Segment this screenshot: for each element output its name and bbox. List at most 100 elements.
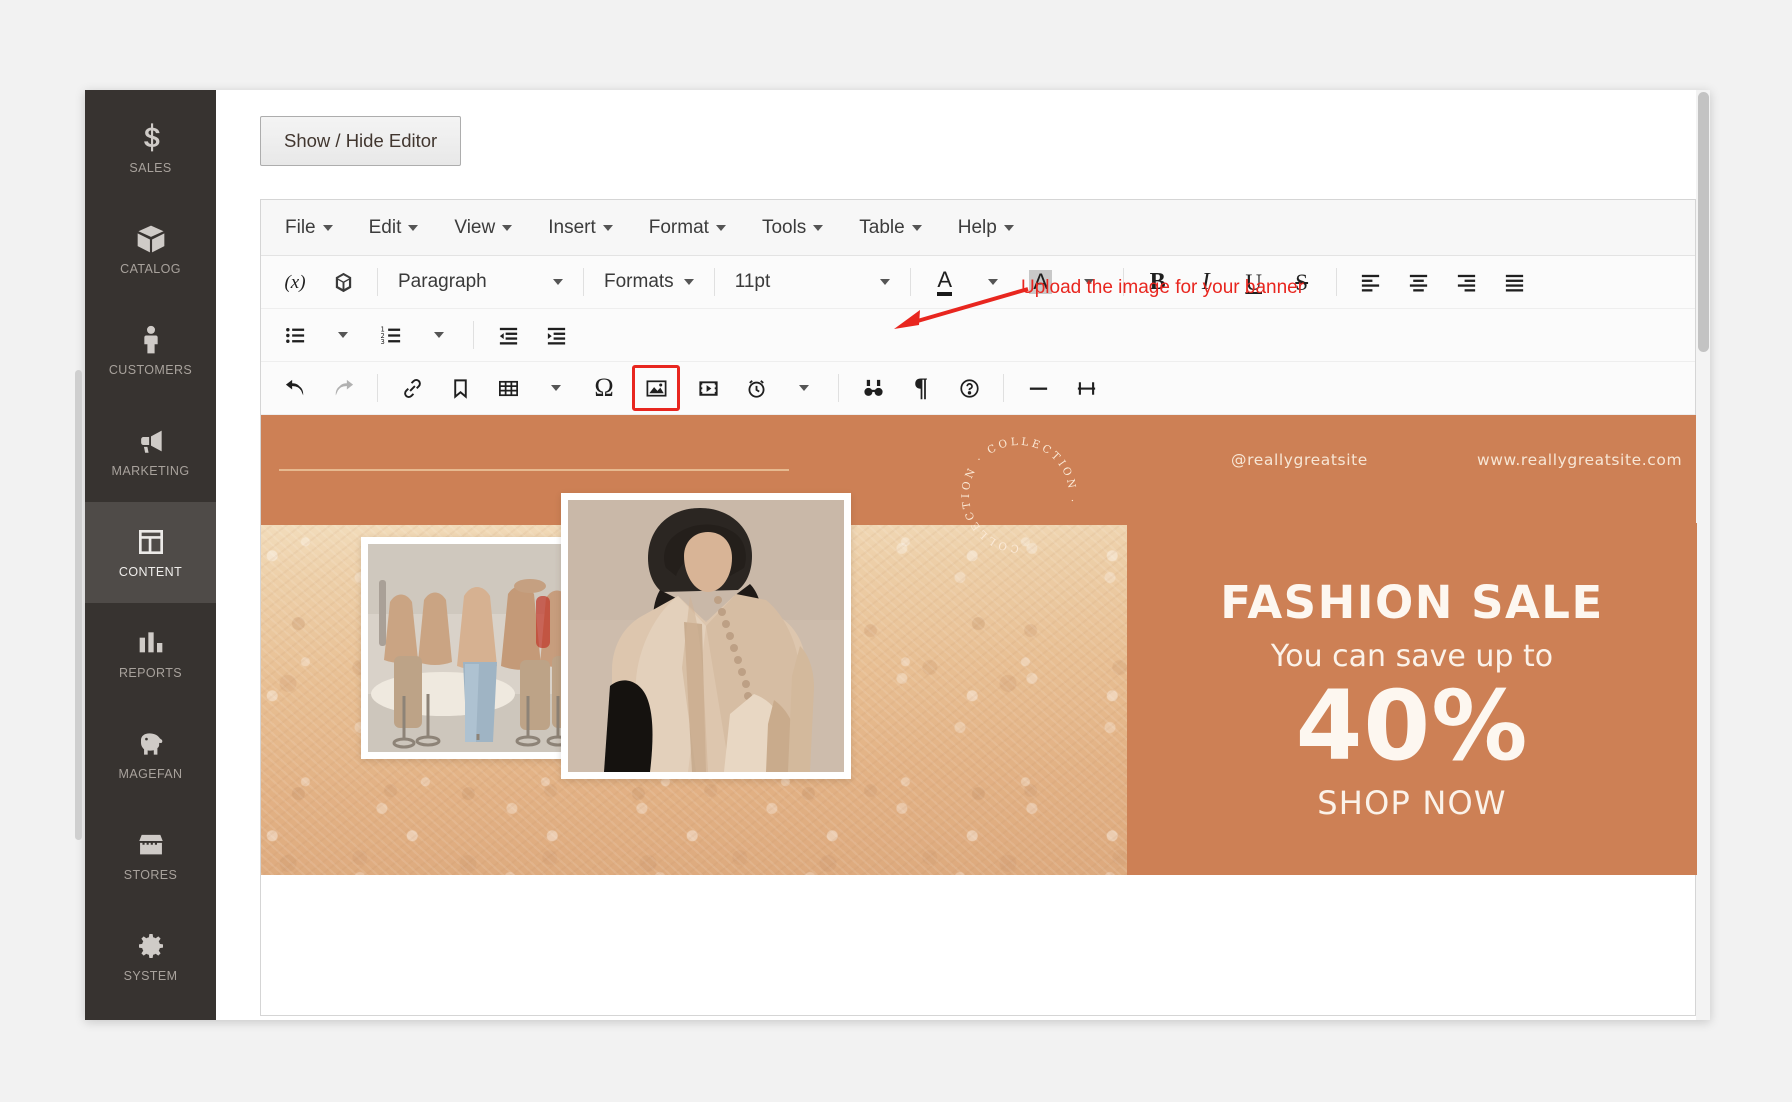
bar-chart-icon bbox=[134, 626, 168, 660]
sidebar-item-system[interactable]: SYSTEM bbox=[85, 906, 216, 1007]
block-format-select[interactable]: Paragraph bbox=[388, 263, 573, 301]
indent-button[interactable] bbox=[536, 316, 576, 354]
sidebar-item-label: CUSTOMERS bbox=[108, 363, 193, 378]
menu-label: Format bbox=[648, 216, 709, 238]
sidebar-item-label: MAGEFAN bbox=[118, 767, 183, 782]
megaphone-icon bbox=[134, 424, 168, 458]
seal-text: COLLECTION · COLLECTION · bbox=[960, 436, 1075, 554]
insert-media-button[interactable] bbox=[688, 369, 728, 407]
sidebar-item-catalog[interactable]: CATALOG bbox=[85, 199, 216, 300]
bullet-list-button[interactable] bbox=[275, 316, 315, 354]
chevron-down-icon bbox=[338, 332, 348, 338]
sidebar-item-find-partners[interactable]: FIND PARTNERS & EXTENSIONS bbox=[85, 1007, 216, 1020]
menu-help[interactable]: Help bbox=[946, 211, 1026, 245]
magento-widget-icon[interactable] bbox=[323, 263, 363, 301]
horizontal-rule-button[interactable] bbox=[1018, 369, 1058, 407]
menu-label: Edit bbox=[368, 216, 402, 238]
help-button[interactable] bbox=[949, 369, 989, 407]
menu-label: Insert bbox=[548, 216, 596, 238]
toolbar-separator bbox=[377, 374, 378, 402]
chevron-down-icon bbox=[879, 279, 890, 285]
align-right-button[interactable] bbox=[1447, 263, 1487, 301]
editor-empty-body[interactable] bbox=[261, 875, 1695, 1015]
chevron-down-icon bbox=[502, 224, 513, 231]
banner-social-handle: @reallygreatsite bbox=[1231, 451, 1368, 469]
toolbar-separator bbox=[909, 268, 911, 296]
redo-button[interactable] bbox=[323, 369, 363, 407]
text-color-dropdown[interactable] bbox=[973, 263, 1013, 301]
menu-view[interactable]: View bbox=[442, 211, 524, 245]
sidebar-item-customers[interactable]: CUSTOMERS bbox=[85, 300, 216, 401]
insert-variable-button[interactable]: (x) bbox=[275, 263, 315, 301]
editor-toolbar-row-1: (x) Paragraph Formats 11pt A A B I U S bbox=[261, 256, 1695, 309]
box-icon bbox=[134, 222, 168, 256]
sidebar-item-magefan[interactable]: MAGEFAN bbox=[85, 704, 216, 805]
table-dropdown[interactable] bbox=[536, 369, 576, 407]
align-center-button[interactable] bbox=[1399, 263, 1439, 301]
banner-sale-panel: FASHION SALE You can save up to 40% SHOP… bbox=[1127, 523, 1697, 875]
toolbar-separator bbox=[583, 268, 584, 296]
font-size-value: 11pt bbox=[734, 271, 771, 292]
menu-table[interactable]: Table bbox=[847, 211, 933, 245]
formats-value: Formats bbox=[604, 271, 674, 292]
content-scrollbar[interactable] bbox=[1696, 90, 1710, 1020]
content-scrollbar-thumb[interactable] bbox=[1698, 92, 1709, 352]
sidebar-item-sales[interactable]: SALES bbox=[85, 98, 216, 199]
toolbar-separator bbox=[713, 268, 715, 296]
menu-format[interactable]: Format bbox=[637, 211, 738, 245]
elephant-icon bbox=[134, 727, 168, 761]
wysiwyg-editor: File Edit View Insert Format Tools Table… bbox=[260, 199, 1697, 1016]
banner-sale-subtitle: You can save up to bbox=[1270, 639, 1554, 675]
insert-table-button[interactable] bbox=[488, 369, 528, 407]
storefront-icon bbox=[134, 828, 168, 862]
banner-website-url: www.reallygreatsite.com bbox=[1477, 451, 1683, 469]
sidebar-item-reports[interactable]: REPORTS bbox=[85, 603, 216, 704]
sidebar-item-label: REPORTS bbox=[119, 666, 182, 681]
insert-link-button[interactable] bbox=[392, 369, 432, 407]
sidebar-item-label: CATALOG bbox=[120, 262, 181, 277]
chevron-down-icon bbox=[799, 385, 809, 391]
window-scrollbar[interactable] bbox=[75, 90, 84, 1020]
annotation-text: Upload the image for your banner bbox=[1021, 277, 1305, 298]
menu-label: Tools bbox=[761, 216, 807, 238]
align-left-button[interactable] bbox=[1351, 263, 1391, 301]
banner-sale-title: FASHION SALE bbox=[1220, 576, 1604, 630]
special-character-button[interactable]: Ω bbox=[584, 369, 624, 407]
show-invisible-characters-button[interactable]: ¶ bbox=[901, 369, 941, 407]
menu-file[interactable]: File bbox=[273, 211, 345, 245]
insert-image-button[interactable] bbox=[632, 365, 680, 411]
sidebar-item-marketing[interactable]: MARKETING bbox=[85, 401, 216, 502]
menu-insert[interactable]: Insert bbox=[536, 211, 625, 245]
outdent-button[interactable] bbox=[488, 316, 528, 354]
sidebar-item-stores[interactable]: STORES bbox=[85, 805, 216, 906]
page-break-button[interactable] bbox=[1066, 369, 1106, 407]
variable-label: (x) bbox=[284, 271, 306, 293]
numbered-list-button[interactable]: 123 bbox=[371, 316, 411, 354]
text-color-button[interactable]: A bbox=[925, 263, 965, 301]
chevron-down-icon bbox=[1003, 224, 1014, 231]
anchor-bookmark-icon[interactable] bbox=[440, 369, 480, 407]
bullet-list-dropdown[interactable] bbox=[323, 316, 363, 354]
sidebar-item-content[interactable]: CONTENT bbox=[85, 502, 216, 603]
insert-datetime-button[interactable] bbox=[736, 369, 776, 407]
magento-admin-window: SALES CATALOG CUSTOMERS MARKETING CONTEN bbox=[85, 90, 1710, 1020]
chevron-down-icon bbox=[322, 224, 333, 231]
menu-tools[interactable]: Tools bbox=[750, 211, 835, 245]
sidebar-item-label: SYSTEM bbox=[123, 969, 178, 984]
toolbar-separator bbox=[377, 268, 378, 296]
font-size-select[interactable]: 11pt bbox=[725, 263, 900, 301]
svg-text:3: 3 bbox=[380, 338, 384, 346]
show-hide-editor-button[interactable]: Show / Hide Editor bbox=[260, 116, 462, 166]
numbered-list-dropdown[interactable] bbox=[419, 316, 459, 354]
formats-select[interactable]: Formats bbox=[594, 263, 704, 301]
undo-button[interactable] bbox=[275, 369, 315, 407]
align-justify-button[interactable] bbox=[1495, 263, 1535, 301]
sidebar-item-label: STORES bbox=[123, 868, 178, 883]
window-scrollbar-thumb[interactable] bbox=[75, 370, 82, 840]
menu-edit[interactable]: Edit bbox=[357, 211, 431, 245]
gear-icon bbox=[134, 929, 168, 963]
datetime-dropdown[interactable] bbox=[784, 369, 824, 407]
menu-label: File bbox=[285, 216, 316, 238]
find-and-replace-icon[interactable] bbox=[853, 369, 893, 407]
banner-image[interactable]: @reallygreatsite www.reallygreatsite.com… bbox=[261, 415, 1697, 875]
